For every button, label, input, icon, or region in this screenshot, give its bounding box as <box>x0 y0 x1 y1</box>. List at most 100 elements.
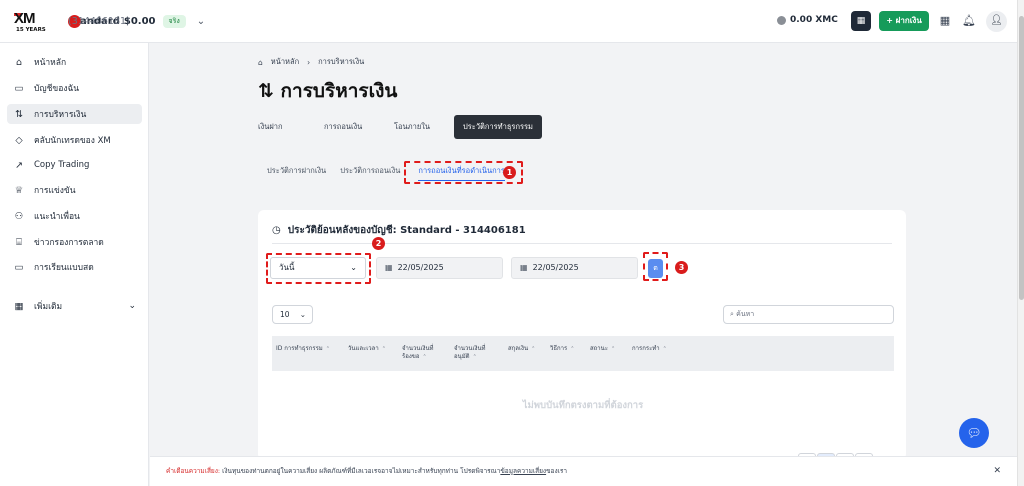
column-header-transaction-id[interactable]: ID การทำธุรกรรม ⌃ <box>276 345 330 353</box>
column-header-date-time[interactable]: วันและเวลา ⌃ <box>348 345 386 353</box>
annotation-number-3: 3 <box>675 261 688 274</box>
page-title-text: การบริหารเงิน <box>280 80 398 102</box>
breadcrumb-current: การบริหารเงิน <box>318 57 365 66</box>
card-title: ◷ ประวัติย้อนหลังของบัญชี: Standard - 314… <box>272 223 526 238</box>
home-icon: ⌂ <box>15 56 23 68</box>
bank-icon: ⌸ <box>16 236 22 248</box>
sidebar-item-label: การแข่งขัน <box>34 186 76 196</box>
page-title: ⇅ การบริหารเงิน <box>258 76 397 106</box>
risk-info-link[interactable]: ข้อมูลความเสี่ยง <box>500 467 546 475</box>
date-from-field[interactable]: ▦ 22/05/2025 <box>376 257 503 279</box>
sort-icon: ⌃ <box>325 346 330 352</box>
sidebar-item-label: เพิ่มเติม <box>34 302 63 312</box>
search-input[interactable]: ⌕ ค้นหา <box>723 305 894 324</box>
people-icon: ⚇ <box>14 210 24 222</box>
coin-icon <box>777 15 786 25</box>
trend-up-icon: ↗ <box>15 159 23 171</box>
rows-per-page-select[interactable]: 10 ⌄ <box>272 305 313 324</box>
calendar-icon: ▦ <box>385 263 393 272</box>
column-label: สถานะ <box>590 345 608 352</box>
qr-code-icon[interactable]: ▦ <box>851 11 871 31</box>
top-bar: XM 15 YEARS Standard (314406181) $0.00 จ… <box>0 0 1017 43</box>
risk-warning-suffix: ของเรา <box>546 467 567 475</box>
page-scrollbar[interactable] <box>1017 0 1024 486</box>
scrollbar-thumb[interactable] <box>1019 16 1024 300</box>
sidebar-item-funds-management[interactable]: ⇅ การบริหารเงิน <box>7 104 142 124</box>
sidebar-item-home[interactable]: ⌂ หน้าหลัก <box>7 52 142 72</box>
sidebar-item-label: การบริหารเงิน <box>34 110 87 120</box>
transfer-arrows-icon: ⇅ <box>15 108 23 120</box>
tab-withdrawal[interactable]: การถอนเงิน <box>324 115 394 139</box>
column-label: วิธีการ <box>550 345 568 352</box>
main-tabs: เงินฝาก การถอนเงิน โอนภายใน ประวัติการทำ… <box>258 115 542 139</box>
sort-icon: ⌃ <box>422 354 427 360</box>
clock-icon: ◷ <box>272 225 281 236</box>
column-label: วันและเวลา <box>348 345 379 352</box>
column-header-requested-amount[interactable]: จำนวนเงินที่ร้องขอ ⌃ <box>402 345 442 361</box>
video-icon: ▭ <box>14 261 24 273</box>
sidebar-item-more[interactable]: ▦ เพิ่มเติม ⌄ <box>7 296 142 316</box>
tab-internal-transfer[interactable]: โอนภายใน <box>394 115 454 139</box>
subtab-deposit-history[interactable]: ประวัติการฝากเงิน <box>267 161 326 181</box>
sidebar-item-copy-trading[interactable]: ↗ Copy Trading <box>7 155 142 175</box>
date-to-value: 22/05/2025 <box>532 263 579 272</box>
user-avatar-icon[interactable]: 👤︎ <box>986 11 1007 32</box>
deposit-button[interactable]: + ฝากเงิน <box>879 11 929 31</box>
sort-icon: ⌃ <box>531 346 536 352</box>
home-icon[interactable]: ⌂ <box>258 58 263 67</box>
sidebar-item-competitions[interactable]: ♕ การแข่งขัน <box>7 180 142 200</box>
sort-icon: ⌃ <box>662 346 667 352</box>
empty-state-message: ไม่พบบันทึกตรงตามที่ต้องการ <box>522 400 644 411</box>
logo-text: XM <box>14 10 35 27</box>
xm-logo[interactable]: XM 15 YEARS <box>14 10 48 36</box>
rows-per-page-value: 10 <box>280 310 290 319</box>
subtab-withdrawal-history[interactable]: ประวัติการถอนเงิน <box>340 161 400 181</box>
column-header-currency[interactable]: สกุลเงิน ⌃ <box>508 345 535 353</box>
sort-icon: ⌃ <box>472 354 477 360</box>
apps-grid-icon[interactable]: ▦ <box>938 14 952 27</box>
column-header-action[interactable]: การกระทำ ⌃ <box>632 345 667 353</box>
sidebar-item-label: แนะนำเพื่อน <box>34 212 80 222</box>
sidebar-item-traders-club[interactable]: ◇ คลับนักเทรดของ XM <box>7 130 142 150</box>
grid-icon: ▦ <box>14 300 24 312</box>
logo-subtitle: 15 YEARS <box>16 27 46 33</box>
sidebar: ⌂ หน้าหลัก ▭ บัญชีของฉัน ⇅ การบริหารเงิน ◇ ค… <box>0 43 149 486</box>
annotation-number-2: 2 <box>372 237 385 250</box>
diamond-icon: ◇ <box>15 134 23 146</box>
history-card: ◷ ประวัติย้อนหลังของบัญชี: Standard - 314… <box>258 210 906 460</box>
close-icon[interactable]: ✕ <box>993 457 1001 485</box>
divider <box>272 243 892 244</box>
column-label: จำนวนเงินที่อนุมัติ <box>454 345 486 360</box>
risk-warning-label: คำเตือนความเสี่ยง: <box>166 467 221 475</box>
calendar-icon: ▦ <box>520 263 528 272</box>
sidebar-item-label: คลับนักเทรดของ XM <box>34 136 111 146</box>
tab-deposit[interactable]: เงินฝาก <box>258 115 324 139</box>
date-to-field[interactable]: ▦ 22/05/2025 <box>511 257 638 279</box>
chevron-down-icon: ⌄ <box>299 310 306 319</box>
sidebar-item-live-education[interactable]: ▭ การเรียนแบบสด <box>7 257 142 277</box>
account-selector[interactable]: Standard (314406181) $0.00 จริง ⌄ <box>68 15 205 28</box>
column-header-approved-amount[interactable]: จำนวนเงินที่อนุมัติ ⌃ <box>454 345 496 361</box>
transfer-arrows-icon: ⇅ <box>258 80 281 102</box>
sidebar-item-label: บัญชีของฉัน <box>34 84 80 94</box>
xmc-value: 0.00 XMC <box>790 15 838 25</box>
wallet-icon: ▭ <box>14 82 24 94</box>
sidebar-item-refer-friend[interactable]: ⚇ แนะนำเพื่อน <box>7 206 142 226</box>
breadcrumb-home[interactable]: หน้าหลัก <box>271 56 299 68</box>
sidebar-item-my-accounts[interactable]: ▭ บัญชีของฉัน <box>7 78 142 98</box>
sidebar-item-market-intelligence[interactable]: ⌸ ข่าวกรองการตลาด <box>7 232 142 252</box>
tab-transaction-history[interactable]: ประวัติการทำธุรกรรม <box>454 115 542 139</box>
card-title-text: ประวัติย้อนหลังของบัญชี: Standard - 3144… <box>287 225 526 236</box>
column-label: จำนวนเงินที่ร้องขอ <box>402 345 434 360</box>
account-number: (314406181) <box>68 15 130 28</box>
annotation-box-period-select <box>266 253 371 284</box>
search-placeholder: ค้นหา <box>736 310 755 318</box>
column-header-method[interactable]: วิธีการ ⌃ <box>550 345 574 353</box>
sort-icon: ⌃ <box>381 346 386 352</box>
sidebar-item-label: ข่าวกรองการตลาด <box>34 238 104 248</box>
sidebar-item-label: Copy Trading <box>34 160 90 170</box>
chat-support-icon[interactable]: 💬︎ <box>959 418 989 448</box>
column-header-status[interactable]: สถานะ ⌃ <box>590 345 615 353</box>
chevron-down-icon[interactable]: ⌄ <box>197 16 205 27</box>
bell-icon[interactable]: 🔔︎ <box>962 14 976 27</box>
